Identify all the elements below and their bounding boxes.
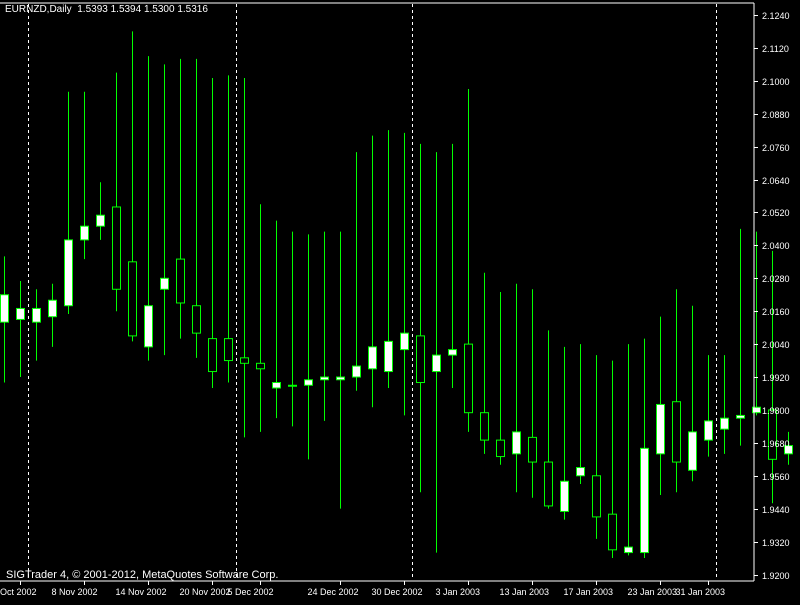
price-tick-label: 2.0160 xyxy=(762,307,790,317)
price-tick-label: 2.0520 xyxy=(762,208,790,218)
candle-body-bull xyxy=(688,431,697,471)
candle-body-bull xyxy=(432,354,441,373)
time-tick-label: 31 Jan 2003 xyxy=(676,587,726,597)
candle-body-bear xyxy=(176,258,185,304)
price-tick-label: 1.9680 xyxy=(762,439,790,449)
candle-body-bull xyxy=(384,340,393,373)
chart-header: EURNZD,Daily 1.5393 1.5394 1.5300 1.5316 xyxy=(5,4,208,15)
candle-body-bull xyxy=(448,349,457,356)
price-tick-label: 2.0880 xyxy=(762,110,790,120)
price-tick-label: 2.1000 xyxy=(762,77,790,87)
candle-body-bear xyxy=(256,362,265,370)
candle-body-bull xyxy=(368,346,377,370)
price-tick-label: 2.0640 xyxy=(762,176,790,186)
candle-body-bull xyxy=(304,379,313,386)
candle-body-bull xyxy=(336,376,345,381)
time-tick-label: 3 Jan 2003 xyxy=(436,587,481,597)
candle-body-bear xyxy=(768,409,777,460)
candle-body-bull xyxy=(560,480,569,512)
price-tick-label: 2.0760 xyxy=(762,143,790,153)
candle-body-bull xyxy=(0,294,9,323)
candle-body-bear xyxy=(528,436,537,463)
candle-body-bull xyxy=(704,420,713,441)
price-tick-label: 1.9440 xyxy=(762,505,790,515)
candle-body-bull xyxy=(320,376,329,381)
price-tick-label: 1.9920 xyxy=(762,373,790,383)
candle-body-bear xyxy=(128,261,137,337)
chart-window[interactable]: 2.1240 2.1120 2.1000 2.0880 2.0760 2.0640 2.05… xyxy=(0,0,800,600)
candle-body-bull xyxy=(352,365,361,378)
candle-body-bear xyxy=(608,513,617,551)
time-tick-label: 5 Dec 2002 xyxy=(228,587,274,597)
candle-body-bull xyxy=(64,239,73,307)
candle-body-bull xyxy=(96,214,105,227)
price-tick-label: 1.9320 xyxy=(762,538,790,548)
candle-body-bear xyxy=(672,401,681,463)
ohlc-readout: 1.5393 1.5394 1.5300 1.5316 xyxy=(77,4,208,15)
candle-body-bull xyxy=(640,447,649,554)
price-tick-label: 1.9800 xyxy=(762,406,790,416)
candle-body-bear xyxy=(464,343,473,414)
candle-body-bull xyxy=(16,307,25,320)
candle-body-bull xyxy=(80,225,89,241)
time-tick-label: 13 Jan 2003 xyxy=(500,587,550,597)
candle-body-bear xyxy=(416,335,425,384)
price-tick-label: 2.0040 xyxy=(762,340,790,350)
time-tick-label: 20 Nov 2002 xyxy=(180,587,231,597)
price-tick-label: 2.1240 xyxy=(762,11,790,21)
time-tick-label: 23 Jan 2003 xyxy=(628,587,678,597)
price-tick-label: 2.0280 xyxy=(762,274,790,284)
candle-body-bear xyxy=(592,475,601,518)
candle-body-bull xyxy=(288,384,297,387)
price-tick-label: 1.9560 xyxy=(762,472,790,482)
candlestick-chart[interactable]: 2.1240 2.1120 2.1000 2.0880 2.0760 2.0640 2.05… xyxy=(0,0,800,600)
candle-body-bull xyxy=(736,414,745,419)
price-tick-label: 2.1120 xyxy=(762,44,789,54)
candle-body-bear xyxy=(480,412,489,441)
candle-body-bear xyxy=(208,338,217,373)
candle-body-bull xyxy=(576,467,585,477)
candle-body-bull xyxy=(272,382,281,389)
time-tick-label: 14 Nov 2002 xyxy=(116,587,167,597)
candle-body-bear xyxy=(224,338,233,362)
candle-body-bull xyxy=(32,307,41,323)
candle-body-bull xyxy=(160,277,169,290)
candle-body-bull xyxy=(656,403,665,455)
price-tick-label: 1.9200 xyxy=(762,571,790,581)
time-tick-label: 8 Nov 2002 xyxy=(52,587,98,597)
candle-body-bull xyxy=(720,417,729,430)
candle-body-bull xyxy=(512,431,521,455)
candle-body-bull xyxy=(48,299,57,318)
time-tick-label: 23 Oct 2002 xyxy=(0,587,37,597)
time-tick-label: 30 Dec 2002 xyxy=(372,587,423,597)
price-tick-label: 2.0400 xyxy=(762,241,790,251)
symbol-label: EURNZD,Daily xyxy=(5,4,72,15)
candle-body-bear xyxy=(544,461,553,507)
time-tick-label: 17 Jan 2003 xyxy=(564,587,614,597)
candle-body-bull xyxy=(144,305,153,348)
copyright-label: SIGTrader 4, © 2001-2012, MetaQuotes Sof… xyxy=(6,569,279,581)
candle-body-bear xyxy=(240,357,249,364)
time-tick-label: 24 Dec 2002 xyxy=(308,587,359,597)
candle-body-bear xyxy=(112,206,121,290)
candle-body-bull xyxy=(400,332,409,351)
candle-body-bull xyxy=(624,546,633,554)
chart-background xyxy=(0,0,800,600)
candle-body-bear xyxy=(192,305,201,334)
candle-body-bear xyxy=(496,439,505,458)
